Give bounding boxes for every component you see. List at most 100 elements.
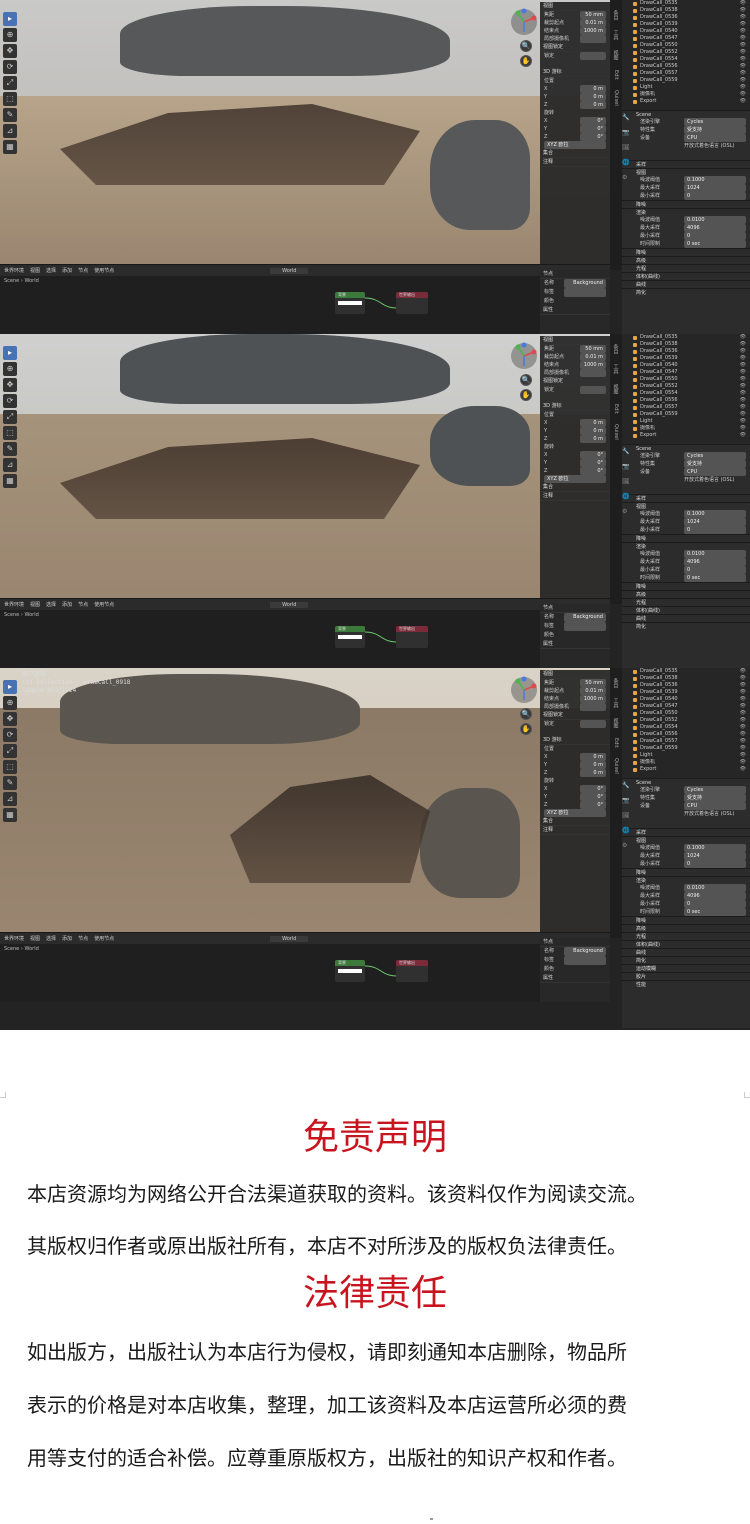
osl-checkbox[interactable]: 开放式着色语言 (OSL) <box>684 142 746 150</box>
tool-button[interactable]: ⟳ <box>3 728 17 742</box>
outliner-item[interactable]: DrawCall_0538 👁 <box>622 341 750 348</box>
eye-icon[interactable]: 👁 <box>740 724 746 731</box>
properties-section[interactable]: 体积(曲线) <box>622 606 750 614</box>
properties-tab-icon[interactable]: 🔧 <box>622 448 632 455</box>
eye-icon[interactable]: 👁 <box>740 84 746 91</box>
eye-icon[interactable]: 👁 <box>740 731 746 738</box>
background-node[interactable]: 背景 <box>335 960 365 982</box>
outliner-item[interactable]: DrawCall_0535 👁 <box>622 668 750 675</box>
eye-icon[interactable]: 👁 <box>740 675 746 682</box>
outliner-item[interactable]: DrawCall_0536 👁 <box>622 682 750 689</box>
sampling-section[interactable]: 采样 <box>622 494 750 502</box>
properties-tab-icon[interactable]: 🌐 <box>622 159 632 166</box>
rotation-z-field[interactable]: 0° <box>580 467 606 475</box>
device-dropdown[interactable]: CPU <box>684 802 746 810</box>
osl-checkbox[interactable]: 开放式着色语言 (OSL) <box>684 476 746 484</box>
zoom-icon[interactable]: 🔍 <box>520 374 532 386</box>
render-noise-threshold-field[interactable]: 0.0100 <box>684 550 746 558</box>
zoom-icon[interactable]: 🔍 <box>520 40 532 52</box>
time-limit-field[interactable]: 0 sec <box>684 240 746 248</box>
render-min-samples-field[interactable]: 0 <box>684 232 746 240</box>
properties-section[interactable]: 光程 <box>622 932 750 940</box>
world-selector[interactable]: World <box>270 601 309 608</box>
node-menu-item[interactable]: 世界环境 <box>4 267 24 274</box>
collections-section[interactable]: 集合 <box>540 817 610 826</box>
annotation-section[interactable]: 注释 <box>540 158 610 167</box>
outliner-item[interactable]: Export 👁 <box>622 432 750 439</box>
properties-section[interactable]: 简化 <box>622 622 750 630</box>
cursor-z-field[interactable]: 0 m <box>580 769 606 777</box>
properties-section[interactable]: 体积(曲线) <box>622 272 750 280</box>
3d-cursor-section[interactable]: 3D 游标 <box>540 402 610 411</box>
sidebar-tab[interactable]: 工具 <box>613 698 620 708</box>
outliner-item[interactable]: Export 👁 <box>622 766 750 773</box>
view-section-header[interactable]: 视图 <box>540 2 610 11</box>
render-subsection[interactable]: 渲染 <box>622 876 750 884</box>
properties-tab-icon[interactable]: ⚙ <box>622 842 632 849</box>
outliner-item[interactable]: Export 👁 <box>622 98 750 105</box>
tool-button[interactable]: ▦ <box>3 474 17 488</box>
node-menu-item[interactable]: 视图 <box>30 267 40 274</box>
properties-section[interactable]: 高级 <box>622 924 750 932</box>
eye-icon[interactable]: 👁 <box>740 14 746 21</box>
outliner-item[interactable]: DrawCall_0556 👁 <box>622 397 750 404</box>
pan-hand-icon[interactable]: ✋ <box>520 389 532 401</box>
outliner-item[interactable]: Light 👁 <box>622 752 750 759</box>
properties-section[interactable]: 光程 <box>622 598 750 606</box>
properties-tab-icon[interactable]: 🌐 <box>622 827 632 834</box>
sidebar-tab[interactable]: 视图 <box>613 384 620 394</box>
pan-hand-icon[interactable]: ✋ <box>520 55 532 67</box>
min-samples-field[interactable]: 0 <box>684 192 746 200</box>
node-menu-item[interactable]: 世界环境 <box>4 935 24 942</box>
outliner-item[interactable]: DrawCall_0535 👁 <box>622 334 750 341</box>
rotation-mode-dropdown[interactable]: XYZ 欧拉 <box>544 475 606 483</box>
tool-button[interactable]: ⬚ <box>3 92 17 106</box>
node-menu-item[interactable]: 使用节点 <box>94 267 114 274</box>
properties-tab-icon[interactable]: 🖼 <box>622 478 632 485</box>
node-properties-section[interactable]: 属性 <box>540 974 610 983</box>
node-section[interactable]: 节点 <box>540 938 610 947</box>
properties-section[interactable]: 胶片 <box>622 972 750 980</box>
world-output-node[interactable]: 世界输出 <box>396 626 428 648</box>
3d-viewport[interactable]: ▸ ⊕ ✥ ⟳ ⤢ ⬚ ✎ ⊿ ▦ 🔍 ✋ 视图 焦距 50 mm 裁剪起点 0.01 m 结束点 1… <box>0 334 610 598</box>
sidebar-tab[interactable]: Quixel <box>613 758 619 774</box>
min-samples-field[interactable]: 0 <box>684 860 746 868</box>
properties-tab-icon[interactable]: ⚙ <box>622 508 632 515</box>
properties-tab-icon[interactable]: 🖼 <box>622 144 632 151</box>
node-menu-item[interactable]: 视图 <box>30 601 40 608</box>
node-menu-item[interactable]: 添加 <box>62 601 72 608</box>
outliner-item[interactable]: DrawCall_0552 👁 <box>622 383 750 390</box>
properties-section[interactable]: 光程 <box>622 264 750 272</box>
tool-button[interactable]: ✎ <box>3 108 17 122</box>
sidebar-tab[interactable]: 条目 <box>613 10 620 20</box>
outliner-item[interactable]: DrawCall_0547 👁 <box>622 369 750 376</box>
sidebar-tab[interactable]: Quixel <box>613 424 619 440</box>
view-section-header[interactable]: 视图 <box>540 670 610 679</box>
tool-button[interactable]: ⊿ <box>3 458 17 472</box>
cursor-y-field[interactable]: 0 m <box>580 761 606 769</box>
time-limit-field[interactable]: 0 sec <box>684 574 746 582</box>
clip-end-field[interactable]: 1000 m <box>580 27 606 35</box>
rotation-x-field[interactable]: 0° <box>580 451 606 459</box>
sidebar-tab[interactable]: Quixel <box>613 90 619 106</box>
outliner-item[interactable]: 摄像机 👁 <box>622 759 750 766</box>
eye-icon[interactable]: 👁 <box>740 28 746 35</box>
eye-icon[interactable]: 👁 <box>740 717 746 724</box>
tool-button[interactable]: ⟳ <box>3 60 17 74</box>
tool-button[interactable]: ▦ <box>3 140 17 154</box>
properties-section[interactable]: 简化 <box>622 288 750 296</box>
tool-button[interactable]: ▸ <box>3 680 17 694</box>
device-dropdown[interactable]: CPU <box>684 468 746 476</box>
navigation-gizmo[interactable] <box>510 8 538 36</box>
outliner-item[interactable]: DrawCall_0536 👁 <box>622 348 750 355</box>
eye-icon[interactable]: 👁 <box>740 411 746 418</box>
eye-icon[interactable]: 👁 <box>740 35 746 42</box>
zoom-icon[interactable]: 🔍 <box>520 708 532 720</box>
outliner-item[interactable]: DrawCall_0554 👁 <box>622 56 750 63</box>
rotation-x-field[interactable]: 0° <box>580 785 606 793</box>
world-selector[interactable]: World <box>270 267 309 274</box>
eye-icon[interactable]: 👁 <box>740 49 746 56</box>
outliner-item[interactable]: DrawCall_0550 👁 <box>622 376 750 383</box>
outliner-item[interactable]: Light 👁 <box>622 418 750 425</box>
eye-icon[interactable]: 👁 <box>740 759 746 766</box>
